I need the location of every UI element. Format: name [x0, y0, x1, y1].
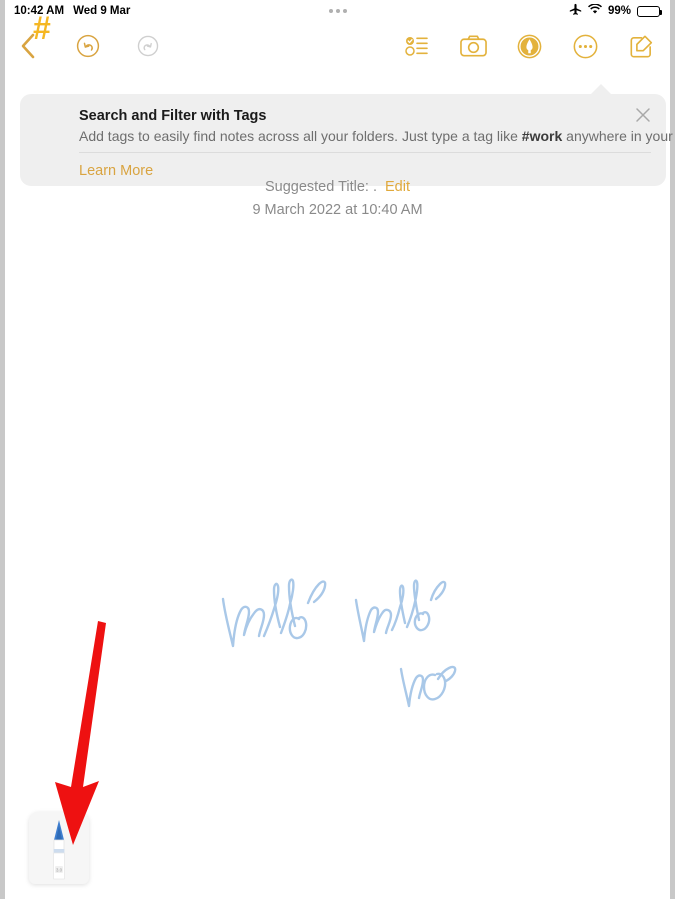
undo-button[interactable] [73, 31, 103, 61]
banner-desc-part2: anywhere in your note. [566, 128, 675, 144]
banner-description: Add tags to easily find notes across all… [79, 128, 675, 144]
airplane-mode-icon [569, 3, 582, 19]
more-button[interactable] [570, 31, 600, 61]
toolbar-right-group [402, 22, 656, 70]
checklist-button[interactable] [402, 31, 432, 61]
note-meta: Suggested Title: . Edit 9 March 2022 at 1… [5, 178, 670, 218]
note-canvas[interactable] [5, 230, 670, 899]
banner-divider [79, 152, 651, 153]
suggested-title-label: Suggested Title: . [264, 179, 378, 195]
three-dots-icon [342, 9, 347, 13]
three-dots-icon [328, 9, 333, 13]
three-dots-icon [335, 9, 340, 13]
banner-desc-part1: Add tags to easily find notes across all… [79, 128, 522, 144]
battery-icon [637, 5, 663, 17]
battery-percent: 99% [607, 5, 631, 17]
pen-tool[interactable]: 3.0 [29, 812, 89, 884]
camera-button[interactable] [458, 31, 488, 61]
edit-title-link[interactable]: Edit [385, 179, 410, 195]
banner-title: Search and Filter with Tags [79, 108, 267, 124]
close-icon[interactable] [634, 106, 652, 124]
handwriting-hello-2 [354, 579, 447, 643]
compose-button[interactable] [626, 31, 656, 61]
learn-more-link[interactable]: Learn More [79, 163, 153, 179]
note-toolbar [5, 22, 670, 70]
handwriting-hello-1 [221, 578, 327, 648]
status-date: Wed 9 Mar [73, 5, 131, 17]
multitask-handle[interactable] [328, 0, 347, 22]
hash-icon: # [33, 10, 51, 46]
handwriting-ho [399, 665, 457, 708]
svg-text:3.0: 3.0 [56, 868, 63, 873]
status-bar: 10:42 AM Wed 9 Mar 99% [5, 0, 670, 22]
note-page: 10:42 AM Wed 9 Mar 99% # Search and Filt… [5, 0, 675, 899]
status-left: 10:42 AM Wed 9 Mar [14, 0, 130, 22]
redo-button[interactable] [133, 31, 163, 61]
note-date: 9 March 2022 at 10:40 AM [252, 202, 423, 218]
status-right: 99% [569, 0, 663, 22]
wifi-icon [587, 3, 602, 18]
markup-button[interactable] [514, 31, 544, 61]
banner-desc-tag: #work [521, 128, 563, 144]
suggested-title-row: Suggested Title: . Edit [5, 178, 670, 197]
ipad-notes-screen: 10:42 AM Wed 9 Mar 99% # Search and Filt… [0, 0, 675, 899]
